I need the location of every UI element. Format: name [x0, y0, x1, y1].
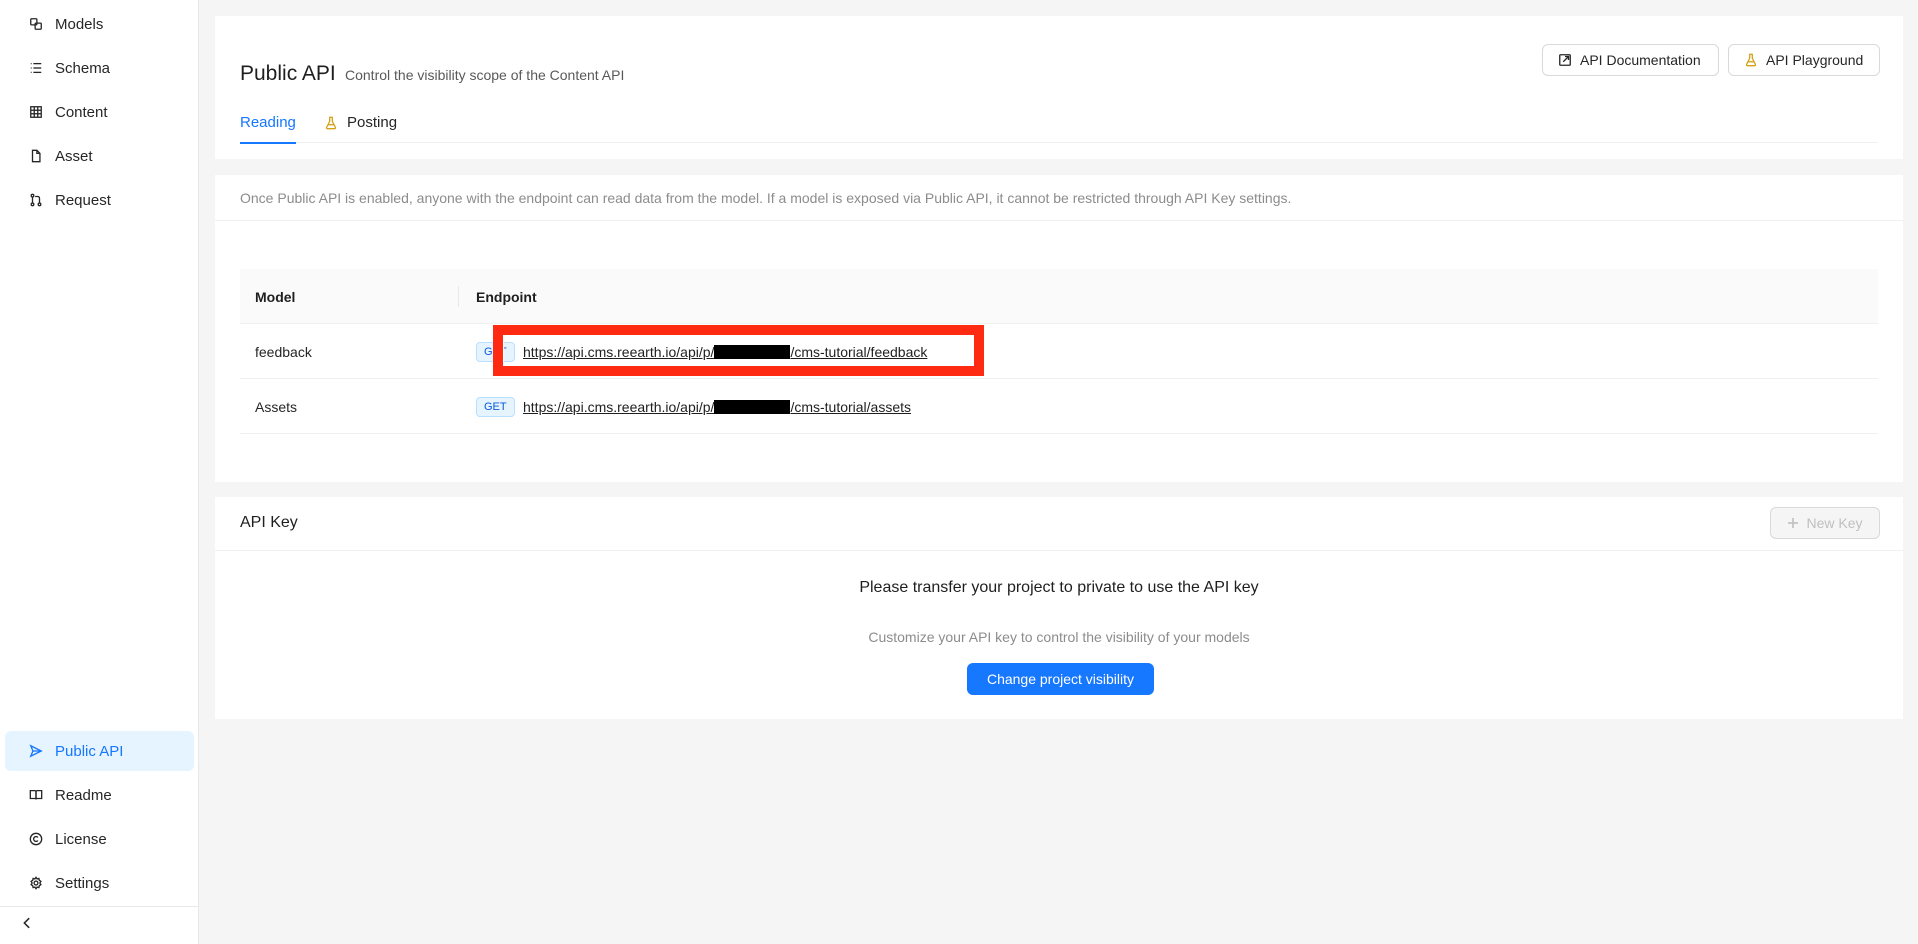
column-header-endpoint: Endpoint	[476, 288, 537, 305]
public-api-panel: Once Public API is enabled, anyone with …	[215, 175, 1903, 482]
copyright-icon	[28, 831, 44, 847]
endpoint-url-prefix: https://api.cms.reearth.io/api/p/	[523, 398, 715, 415]
method-tag: GET	[476, 397, 515, 417]
sidebar-item-label: Models	[55, 15, 104, 33]
endpoint-link-assets[interactable]: https://api.cms.reearth.io/api/p/ /cms-tu…	[523, 379, 911, 434]
column-header-model: Model	[255, 288, 296, 305]
api-documentation-label: API Documentation	[1580, 52, 1701, 68]
endpoint-link-feedback[interactable]: https://api.cms.reearth.io/api/p/ /cms-tu…	[523, 324, 927, 379]
api-key-title: API Key	[240, 514, 298, 531]
sidebar-item-models[interactable]: Models	[5, 4, 194, 44]
table-row: Assets GET https://api.cms.reearth.io/ap…	[240, 379, 1878, 434]
redacted-project-id	[714, 399, 791, 414]
model-name: Assets	[255, 398, 298, 415]
sidebar-collapse-button[interactable]	[0, 906, 199, 944]
public-api-notice: Once Public API is enabled, anyone with …	[240, 190, 1292, 206]
sidebar-item-label: Request	[55, 191, 111, 209]
api-key-panel: API Key New Key Please transfer your pro…	[215, 497, 1903, 719]
api-documentation-button[interactable]: API Documentation	[1542, 44, 1719, 76]
method-tag: GET	[476, 342, 515, 362]
tab-bar: Reading Posting	[240, 102, 1878, 144]
sidebar: Models Schema Content Asset Request Publ…	[0, 0, 199, 944]
divider	[215, 550, 1903, 551]
endpoint-url-suffix: /cms-tutorial/feedback	[790, 343, 928, 360]
model-name: feedback	[255, 343, 312, 360]
sidebar-item-label: Settings	[55, 874, 110, 892]
change-project-visibility-button[interactable]: Change project visibility	[967, 663, 1154, 695]
sidebar-item-content[interactable]: Content	[5, 92, 194, 132]
table-row: feedback GET https://api.cms.reearth.io/…	[240, 324, 1878, 379]
sidebar-item-readme[interactable]: Readme	[5, 775, 194, 815]
tab-posting[interactable]: Posting	[324, 102, 397, 143]
sidebar-item-label: Public API	[55, 742, 124, 760]
endpoint-table: Model Endpoint feedback GET https://api.…	[240, 269, 1878, 434]
sidebar-item-license[interactable]: License	[5, 819, 194, 859]
api-playground-label: API Playground	[1766, 52, 1864, 68]
sidebar-item-label: Readme	[55, 786, 112, 804]
sidebar-item-schema[interactable]: Schema	[5, 48, 194, 88]
redacted-project-id	[714, 344, 791, 359]
header-panel: Public API Control the visibility scope …	[215, 16, 1903, 159]
external-doc-icon	[1559, 54, 1571, 66]
tab-reading-label: Reading	[240, 113, 296, 131]
send-icon	[28, 743, 44, 759]
sidebar-item-asset[interactable]: Asset	[5, 136, 194, 176]
schema-list-icon	[28, 60, 44, 76]
sidebar-item-request[interactable]: Request	[5, 180, 194, 220]
empty-state-description: Customize your API key to control the vi…	[868, 629, 1250, 645]
sidebar-item-label: Asset	[55, 147, 93, 165]
pull-request-icon	[28, 192, 44, 208]
sidebar-item-label: Content	[55, 103, 108, 121]
sidebar-item-label: Schema	[55, 59, 111, 77]
plus-icon	[1788, 518, 1799, 528]
page-subtitle: Control the visibility scope of the Cont…	[345, 67, 625, 83]
column-divider	[458, 286, 459, 307]
tab-posting-label: Posting	[347, 114, 398, 131]
new-key-button[interactable]: New Key	[1770, 507, 1880, 539]
new-key-label: New Key	[1806, 515, 1863, 531]
api-playground-button[interactable]: API Playground	[1728, 44, 1880, 76]
endpoint-url-prefix: https://api.cms.reearth.io/api/p/	[523, 343, 715, 360]
gear-icon	[28, 875, 44, 891]
book-icon	[28, 787, 44, 803]
sidebar-item-settings[interactable]: Settings	[5, 863, 194, 903]
models-icon	[28, 16, 44, 32]
file-icon	[28, 148, 44, 164]
endpoint-url-suffix: /cms-tutorial/assets	[790, 398, 912, 415]
divider	[215, 220, 1903, 221]
tab-reading[interactable]: Reading	[240, 102, 296, 144]
sidebar-item-public-api[interactable]: Public API	[5, 731, 194, 771]
table-header: Model Endpoint	[240, 269, 1878, 324]
chevron-left-icon	[20, 916, 34, 935]
beaker-icon	[325, 116, 337, 129]
page-title: Public API	[240, 62, 336, 85]
sidebar-item-label: License	[55, 830, 107, 848]
table-icon	[28, 104, 44, 120]
empty-state-title: Please transfer your project to private …	[859, 579, 1259, 596]
beaker-icon	[1745, 53, 1757, 67]
